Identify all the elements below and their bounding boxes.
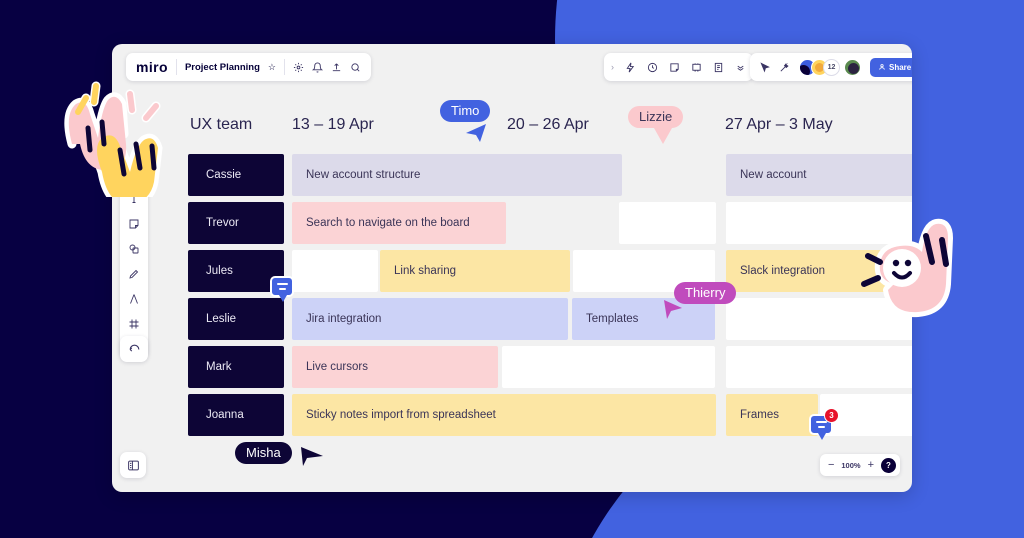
frame-tool[interactable] <box>126 316 142 332</box>
task-card[interactable]: New account structure <box>292 154 622 196</box>
cursor-misha: Misha <box>235 442 323 466</box>
card-icon[interactable] <box>669 62 680 73</box>
share-button[interactable]: Share <box>870 57 912 77</box>
empty-cell[interactable] <box>619 202 716 244</box>
cursor-lizzie: Lizzie <box>628 106 684 144</box>
chevron-right-icon[interactable]: › <box>611 62 614 72</box>
comment-line <box>815 421 827 424</box>
presentation-icon[interactable] <box>691 62 702 73</box>
cursor-pointer-icon <box>301 447 323 466</box>
cursor-share-icon[interactable] <box>759 61 770 73</box>
share-button-label: Share <box>889 62 912 72</box>
star-icon[interactable]: ☆ <box>268 62 276 73</box>
settings-icon[interactable] <box>293 62 304 73</box>
undo-button[interactable] <box>120 336 148 362</box>
cursor-timo: Timo <box>440 100 491 142</box>
comment-count-badge: 3 <box>824 408 839 423</box>
task-card[interactable]: Sticky notes import from spreadsheet <box>292 394 716 436</box>
top-bar: miro Project Planning ☆ › 12 Share <box>112 44 912 90</box>
cursor-label: Misha <box>235 442 292 465</box>
comment-frames[interactable]: 3 <box>809 408 839 440</box>
cursor-pointer-icon <box>664 300 682 319</box>
task-card[interactable]: Search to navigate on the board <box>292 202 506 244</box>
header-week-2: 20 – 26 Apr <box>507 116 589 133</box>
board-title[interactable]: Project Planning <box>185 62 260 73</box>
cursor-label: Timo <box>440 100 491 123</box>
search-icon[interactable] <box>350 62 361 73</box>
cursor-pointer-icon <box>654 128 672 144</box>
divider <box>284 59 285 75</box>
tools-panel: › <box>604 53 753 81</box>
miro-app-window: miro Project Planning ☆ › 12 Share − 100… <box>112 44 912 492</box>
bell-icon[interactable] <box>312 62 323 73</box>
sticky-note-tool[interactable] <box>126 216 142 232</box>
empty-cell[interactable] <box>502 346 715 388</box>
notes-icon[interactable] <box>713 62 724 73</box>
empty-cell[interactable] <box>726 346 912 388</box>
avatar-group[interactable]: 12 <box>799 58 840 76</box>
users-panel: 12 Share <box>750 53 912 81</box>
more-vertical-icon[interactable] <box>735 62 746 73</box>
task-card[interactable]: Link sharing <box>380 250 570 292</box>
table-row: Leslie Jira integration Templates <box>182 298 912 344</box>
task-card[interactable]: Templates <box>572 298 715 340</box>
table-row: Cassie New account structure New account <box>182 154 912 200</box>
avatar-overflow-count[interactable]: 12 <box>823 58 840 76</box>
waving-hands-sticker <box>42 72 177 209</box>
task-card[interactable]: Live cursors <box>292 346 498 388</box>
row-name-cell[interactable]: Trevor <box>188 202 284 244</box>
cursor-pointer-icon <box>466 124 486 142</box>
row-name-cell[interactable]: Mark <box>188 346 284 388</box>
panel-toggle-button[interactable] <box>120 452 146 478</box>
comment-leslie[interactable] <box>270 276 294 302</box>
board-grid: Cassie New account structure New account Tr… <box>182 154 912 442</box>
timer-icon[interactable] <box>647 62 658 73</box>
avatar-current-user[interactable] <box>844 58 861 76</box>
task-card[interactable]: Frames <box>726 394 818 436</box>
upload-icon[interactable] <box>331 62 342 73</box>
header-week-1: 13 – 19 Apr <box>292 116 374 133</box>
empty-cell[interactable] <box>292 250 378 292</box>
lightning-icon[interactable] <box>625 62 636 73</box>
cursor-label: Lizzie <box>628 106 684 129</box>
pen-tool[interactable] <box>126 266 142 282</box>
header-team: UX team <box>190 116 253 133</box>
comment-line <box>276 283 288 286</box>
row-name-cell[interactable]: Cassie <box>188 154 284 196</box>
table-row: Trevor Search to navigate on the board <box>182 202 912 248</box>
shapes-tool[interactable] <box>126 241 142 257</box>
connector-tool[interactable] <box>126 291 142 307</box>
row-name-cell[interactable]: Joanna <box>188 394 284 436</box>
comment-line <box>817 425 825 428</box>
ok-hand-smiley-sticker <box>846 218 974 341</box>
board-canvas[interactable]: UX team 13 – 19 Apr 20 – 26 Apr 27 Apr –… <box>182 98 912 492</box>
comment-line <box>278 287 286 290</box>
magic-wand-icon[interactable] <box>779 62 790 73</box>
tool-rail: » <box>120 184 148 358</box>
task-card[interactable]: Jira integration <box>292 298 568 340</box>
header-week-3: 27 Apr – 3 May <box>725 116 833 133</box>
row-name-cell[interactable]: Leslie <box>188 298 284 340</box>
table-row: Joanna Sticky notes import from spreadshe… <box>182 394 912 440</box>
task-card[interactable]: New account <box>726 154 912 196</box>
table-row: Mark Live cursors <box>182 346 912 392</box>
board-column-headers: UX team 13 – 19 Apr 20 – 26 Apr 27 Apr –… <box>182 98 912 150</box>
cursor-thierry: Thierry <box>664 282 737 319</box>
